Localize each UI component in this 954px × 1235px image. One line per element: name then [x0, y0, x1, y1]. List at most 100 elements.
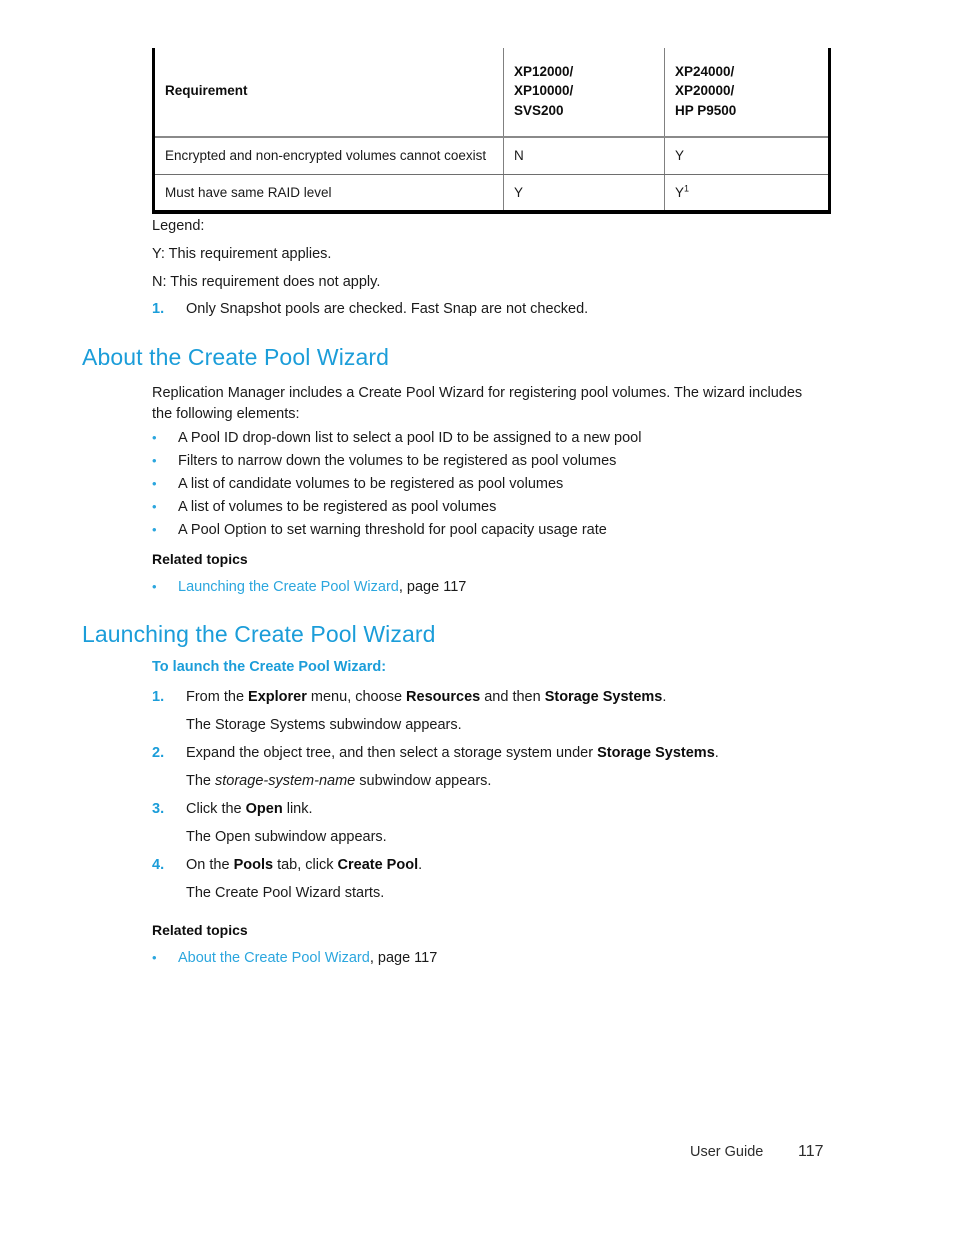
table-header-row: Requirement XP12000/ XP10000/ SVS200 XP2…	[153, 48, 830, 138]
legend-line-y: Y: This requirement applies.	[152, 246, 332, 262]
list-item: 1. From the Explorer menu, choose Resour…	[152, 688, 852, 708]
about-bullet-4: A list of volumes to be registered as po…	[178, 499, 497, 515]
bullet-icon: •	[152, 476, 157, 491]
step-4-post: .	[418, 857, 423, 873]
bullet-icon: •	[152, 453, 157, 468]
legend-footnote-item: 1. Only Snapshot pools are checked. Fast…	[152, 300, 852, 320]
step-1-pre: From the	[186, 689, 249, 705]
step-2-result: The storage-system-name subwindow appear…	[186, 772, 491, 792]
page-heading-launching-create-pool-wizard: Launching the Create Pool Wizard	[82, 621, 436, 647]
table-cell-col2: Y	[503, 174, 665, 213]
about-related-topic-item: • Launching the Create Pool Wizard, page…	[152, 578, 852, 597]
launching-related-topic-item: • About the Create Pool Wizard, page 117	[152, 949, 852, 968]
link-about-the-create-pool-wizard[interactable]: About the Create Pool Wizard	[178, 950, 370, 966]
step-3-text: Click the Open link.	[186, 800, 852, 820]
table-row: Must have same RAID level Y Y1	[153, 174, 830, 213]
table-cell-col3: Y1	[665, 174, 830, 212]
list-item: • A Pool Option to set warning threshold…	[152, 521, 852, 540]
launching-related-topic-page: , page 117	[369, 950, 438, 966]
step-1-mid1: menu, choose	[306, 689, 407, 705]
list-item: • A list of candidate volumes to be regi…	[152, 475, 852, 494]
footnote-marker: 1	[684, 183, 690, 194]
step-3-pre: Click the	[186, 801, 246, 817]
step-1-text: From the Explorer menu, choose Resources…	[186, 688, 852, 708]
table-cell-col3-value: Y	[675, 148, 685, 163]
step-3-result: The Open subwindow appears.	[186, 829, 387, 845]
bullet-icon: •	[152, 950, 157, 965]
about-bullet-3: A list of candidate volumes to be regist…	[178, 476, 564, 492]
step-4-bold-create-pool: Create Pool	[337, 857, 419, 873]
step-4-pre: On the	[186, 857, 234, 873]
step-1-bold-storage-systems: Storage Systems	[544, 689, 663, 705]
legend-title: Legend:	[152, 218, 205, 234]
link-launching-the-create-pool-wizard[interactable]: Launching the Create Pool Wizard	[178, 579, 399, 595]
step-1-bold-explorer: Explorer	[248, 689, 307, 705]
table-cell-requirement: Must have same RAID level	[153, 174, 504, 213]
document-page: Requirement XP12000/ XP10000/ SVS200 XP2…	[0, 0, 954, 1235]
about-intro-paragraph: Replication Manager includes a Create Po…	[152, 383, 832, 424]
step-1-mid2: and then	[480, 689, 545, 705]
about-intro-line1: Replication Manager includes a Create Po…	[152, 385, 803, 401]
step-1-post: .	[662, 689, 667, 705]
footer-guide-label: User Guide	[690, 1144, 764, 1160]
table-header-xp24000-group: XP24000/ XP20000/ HP P9500	[664, 48, 830, 138]
list-item: 3. Click the Open link.	[152, 800, 852, 820]
table-header-col2-line2: XP10000/	[514, 83, 574, 99]
table-header-col2-line3: SVS200	[514, 102, 564, 118]
about-related-topics-heading: Related topics	[152, 551, 248, 567]
step-2-text: Expand the object tree, and then select …	[186, 744, 852, 764]
step-4-bold-pools: Pools	[233, 857, 274, 873]
about-related-topic-text: Launching the Create Pool Wizard, page 1…	[178, 578, 852, 597]
requirements-table-container: Requirement XP12000/ XP10000/ SVS200 XP2…	[152, 48, 831, 215]
step-4-number: 4.	[152, 857, 165, 873]
list-item: • Filters to narrow down the volumes to …	[152, 452, 852, 471]
step-2-post: .	[714, 745, 719, 761]
about-related-topic-page: , page 117	[398, 579, 467, 595]
table-header-xp12000-group: XP12000/ XP10000/ SVS200	[503, 48, 665, 138]
table-cell-col2: N	[503, 137, 665, 175]
table-cell-col3-value: Y	[675, 184, 685, 200]
step-2-pre: Expand the object tree, and then select …	[186, 745, 598, 761]
step-2-bold-storage-systems: Storage Systems	[597, 745, 715, 761]
table-row: Encrypted and non-encrypted volumes cann…	[153, 137, 830, 175]
step-3-post: link.	[282, 801, 313, 817]
page-heading-about-create-pool-wizard: About the Create Pool Wizard	[82, 344, 390, 370]
step-4-result: The Create Pool Wizard starts.	[186, 885, 385, 901]
bullet-icon: •	[152, 522, 157, 537]
step-1-number: 1.	[152, 689, 165, 705]
table-header-col3-line3: HP P9500	[675, 102, 737, 118]
about-intro-line2: the following elements:	[152, 405, 300, 422]
about-bullet-2: Filters to narrow down the volumes to be…	[178, 453, 617, 469]
step-2-result-italic: storage-system-name	[215, 773, 356, 789]
step-3-bold-open: Open	[245, 801, 283, 817]
bullet-icon: •	[152, 499, 157, 514]
legend-line-n: N: This requirement does not apply.	[152, 274, 381, 290]
footer-page-number: 117	[798, 1143, 824, 1160]
table-header-col3-line2: XP20000/	[675, 83, 735, 99]
requirements-table: Requirement XP12000/ XP10000/ SVS200 XP2…	[152, 48, 831, 215]
step-2-number: 2.	[152, 745, 165, 761]
table-header-requirement-label: Requirement	[165, 83, 248, 99]
step-4-text: On the Pools tab, click Create Pool.	[186, 856, 852, 876]
table-cell-requirement: Encrypted and non-encrypted volumes cann…	[153, 137, 504, 175]
list-item: • A Pool ID drop-down list to select a p…	[152, 429, 852, 448]
step-2-result-pre: The	[186, 773, 216, 789]
legend-footnote-text: Only Snapshot pools are checked. Fast Sn…	[186, 301, 589, 317]
bullet-icon: •	[152, 579, 157, 594]
step-4-mid1: tab, click	[273, 857, 338, 873]
about-bullet-5: A Pool Option to set warning threshold f…	[178, 522, 607, 538]
list-item: 2. Expand the object tree, and then sele…	[152, 744, 852, 764]
step-1-result: The Storage Systems subwindow appears.	[186, 717, 462, 733]
launching-related-topics-heading: Related topics	[152, 922, 248, 938]
legend-footnote-number: 1.	[152, 301, 165, 317]
bullet-icon: •	[152, 430, 157, 445]
step-2-result-post: subwindow appears.	[355, 773, 492, 789]
table-cell-col3: Y	[664, 137, 830, 175]
launching-subheading: To launch the Create Pool Wizard:	[152, 659, 387, 675]
step-1-bold-resources: Resources	[406, 689, 481, 705]
about-bullet-1: A Pool ID drop-down list to select a poo…	[178, 430, 642, 446]
list-item: • A list of volumes to be registered as …	[152, 498, 852, 517]
step-3-number: 3.	[152, 801, 165, 817]
table-header-col3-line1: XP24000/	[675, 64, 735, 80]
table-header-requirement: Requirement	[153, 48, 504, 138]
